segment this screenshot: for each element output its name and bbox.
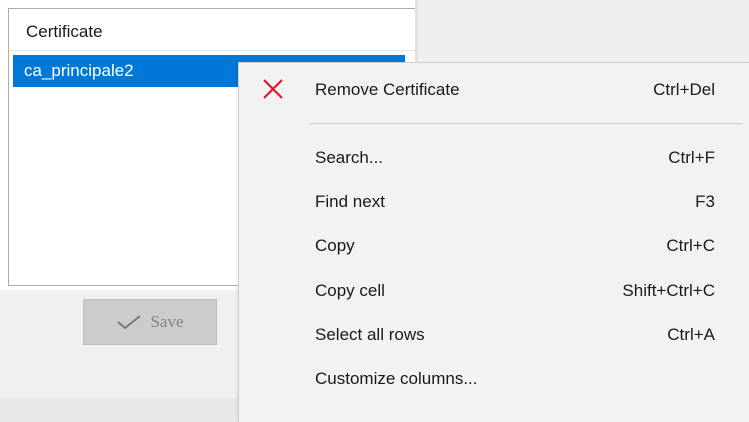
menu-item-shortcut: Ctrl+Del xyxy=(653,80,715,99)
menu-item-select-all-rows[interactable]: Select all rows Ctrl+A xyxy=(239,315,749,355)
menu-item-label: Select all rows xyxy=(315,325,425,344)
menu-item-shortcut: Shift+Ctrl+C xyxy=(622,281,715,300)
save-button-label: Save xyxy=(150,312,184,331)
menu-item-search[interactable]: Search... Ctrl+F xyxy=(239,138,749,178)
menu-item-shortcut: Ctrl+C xyxy=(666,236,715,255)
menu-item-shortcut: Ctrl+A xyxy=(667,325,715,344)
save-button[interactable]: Save xyxy=(83,299,217,345)
menu-item-label: Find next xyxy=(315,192,385,211)
background-pane xyxy=(415,0,749,64)
menu-item-label: Copy xyxy=(315,236,355,255)
menu-item-remove-certificate[interactable]: Remove Certificate Ctrl+Del xyxy=(239,70,749,110)
menu-item-label: Customize columns... xyxy=(315,369,478,388)
menu-item-copy-cell[interactable]: Copy cell Shift+Ctrl+C xyxy=(239,271,749,311)
pane-divider xyxy=(415,0,418,64)
menu-item-label: Copy cell xyxy=(315,281,385,300)
menu-item-label: Search... xyxy=(315,148,384,167)
menu-item-find-next[interactable]: Find next F3 xyxy=(239,182,749,222)
menu-item-label: Remove Certificate xyxy=(315,80,460,99)
column-header-certificate[interactable]: Certificate xyxy=(9,9,415,51)
menu-item-copy[interactable]: Copy Ctrl+C xyxy=(239,226,749,266)
context-menu: Remove Certificate Ctrl+Del Search... Ct… xyxy=(238,62,749,422)
checkmark-icon xyxy=(117,315,142,330)
menu-item-shortcut: F3 xyxy=(695,192,715,211)
menu-item-shortcut: Ctrl+F xyxy=(668,148,715,167)
close-icon xyxy=(263,79,283,99)
menu-item-customize-columns[interactable]: Customize columns... xyxy=(239,359,749,399)
column-header-label: Certificate xyxy=(26,22,103,41)
menu-separator xyxy=(309,123,743,124)
list-row-label: ca_principale2 xyxy=(24,61,134,80)
